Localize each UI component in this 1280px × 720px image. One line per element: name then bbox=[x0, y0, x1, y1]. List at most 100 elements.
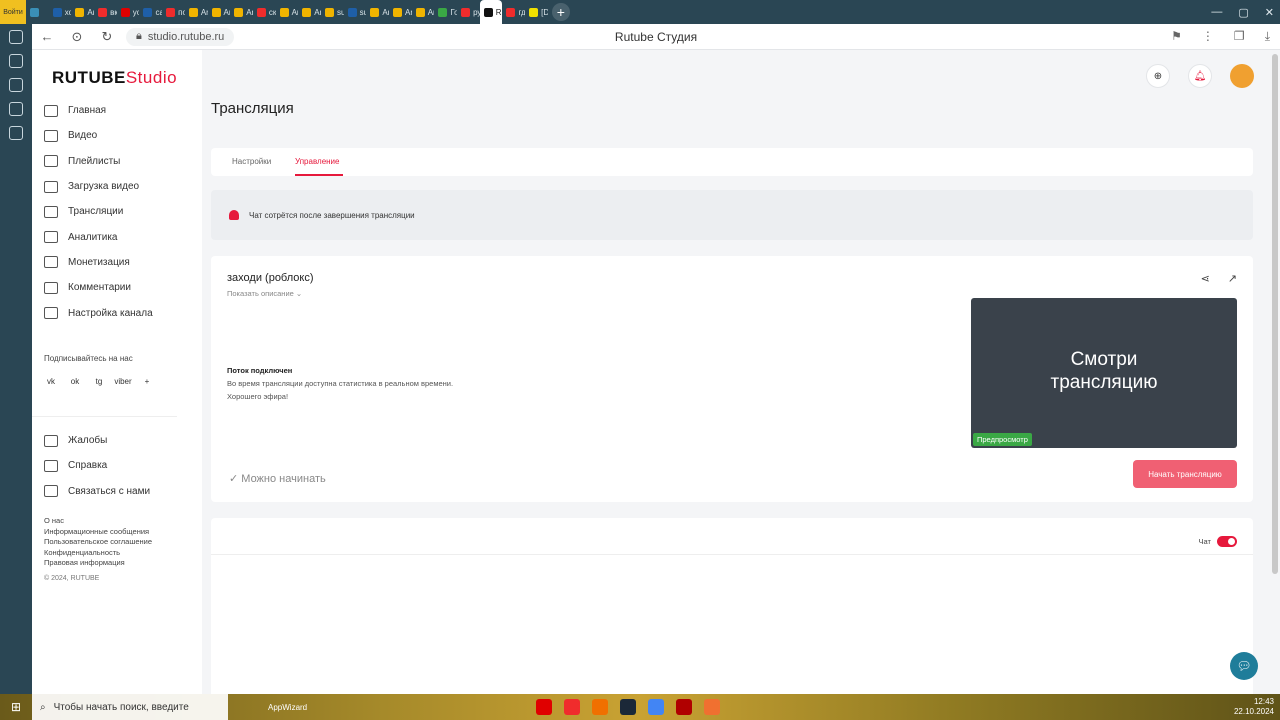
upload-icon[interactable]: ⊕ bbox=[1146, 64, 1170, 88]
upload-icon bbox=[44, 180, 58, 193]
sidebar-item[interactable]: Видео bbox=[44, 123, 153, 148]
play-icon[interactable] bbox=[9, 78, 23, 92]
browser-tab[interactable]: ска bbox=[253, 0, 276, 24]
browser-tab[interactable]: sup bbox=[344, 0, 366, 24]
sidebar-item-label: Плейлисты bbox=[68, 155, 121, 167]
browser-tab[interactable]: сап bbox=[139, 0, 162, 24]
social-viber-icon[interactable]: viber bbox=[114, 374, 131, 388]
back-icon[interactable]: ← bbox=[32, 29, 62, 44]
avatar[interactable] bbox=[1230, 64, 1254, 88]
forward-icon[interactable]: ⊙ bbox=[62, 29, 92, 45]
footer-link[interactable]: Пользовательское соглашение bbox=[44, 537, 152, 548]
browser-tab[interactable] bbox=[26, 0, 49, 24]
browser-tab[interactable]: Are bbox=[185, 0, 208, 24]
more-icon[interactable]: ⋮ bbox=[1202, 29, 1214, 44]
sidebar-item[interactable]: Настройка канала bbox=[44, 300, 153, 325]
sidebar-item[interactable]: Плейлисты bbox=[44, 149, 153, 174]
social-ok-icon[interactable]: ok bbox=[68, 374, 82, 388]
origin-icon[interactable] bbox=[592, 699, 608, 715]
browser-tab[interactable]: Are bbox=[208, 0, 230, 24]
browser-tab[interactable]: где bbox=[502, 0, 525, 24]
maximize-icon[interactable]: ▢ bbox=[1238, 6, 1248, 19]
tab-favicon-icon bbox=[98, 7, 108, 17]
sidebar-item[interactable]: Загрузка видео bbox=[44, 174, 153, 199]
system-tray-clock[interactable]: 12:43 22.10.2024 bbox=[1234, 694, 1274, 720]
sidebar-item[interactable]: Жалобы bbox=[44, 428, 150, 453]
steam-icon[interactable] bbox=[620, 699, 636, 715]
browser-tab[interactable]: you bbox=[117, 0, 139, 24]
browser-tabbar: Войти хос Are вкл you сап пох Are Are Are ска Are A… bbox=[0, 0, 1280, 24]
tab-label: Are bbox=[382, 7, 389, 17]
stream-status-title: Поток подключен bbox=[227, 366, 293, 375]
download-icon[interactable]: ⤓ bbox=[1265, 29, 1270, 44]
social-+-icon[interactable]: + bbox=[140, 374, 154, 388]
netflix-icon[interactable] bbox=[676, 699, 692, 715]
sidebar-item[interactable]: Главная bbox=[44, 98, 153, 123]
sidebar-item[interactable]: Аналитика bbox=[44, 224, 153, 249]
social-vk-icon[interactable]: vk bbox=[44, 374, 58, 388]
scrollbar[interactable] bbox=[1272, 54, 1278, 574]
new-tab-button[interactable]: + bbox=[551, 3, 570, 21]
bookmark-icon[interactable]: ⚑ bbox=[1171, 29, 1182, 44]
browser-tab[interactable]: Are bbox=[366, 0, 389, 24]
tab-favicon-icon bbox=[52, 7, 62, 17]
copy-icon[interactable] bbox=[9, 126, 23, 140]
browser-tab[interactable]: руг bbox=[457, 0, 480, 24]
sidebar-item[interactable]: Справка bbox=[44, 453, 150, 478]
sidebar-item-label: Аналитика bbox=[68, 231, 118, 243]
chat-toggle[interactable] bbox=[1217, 536, 1237, 547]
opera-icon[interactable] bbox=[536, 699, 552, 715]
minimize-icon[interactable]: — bbox=[1211, 6, 1222, 18]
notifications-icon[interactable]: 🔔︎ bbox=[1188, 64, 1212, 88]
show-description-link[interactable]: Показать описание ⌄ bbox=[227, 289, 302, 298]
browser-tab[interactable]: Are bbox=[276, 0, 298, 24]
start-stream-button[interactable]: Начать трансляцию bbox=[1133, 460, 1237, 488]
browser-tab[interactable]: Are bbox=[298, 0, 321, 24]
preview-text-line: трансляцию bbox=[1050, 372, 1158, 393]
external-link-icon[interactable]: ↗ bbox=[1228, 272, 1237, 285]
collections-icon[interactable]: ❐ bbox=[1234, 29, 1245, 44]
stream-preview[interactable]: Смотри трансляцию Предпросмотр bbox=[971, 298, 1237, 448]
browser-tab[interactable]: пох bbox=[162, 0, 185, 24]
browser-tab[interactable]: Гог bbox=[434, 0, 457, 24]
sidebar-item[interactable]: Комментарии bbox=[44, 275, 153, 300]
browser-tab[interactable]: [Dc bbox=[525, 0, 548, 24]
browser-tab[interactable]: вкл bbox=[94, 0, 117, 24]
chrome-icon[interactable] bbox=[648, 699, 664, 715]
tab-settings[interactable]: Настройки bbox=[232, 157, 271, 166]
footer-link[interactable]: Конфиденциальность bbox=[44, 548, 152, 559]
taskbar-app[interactable]: AppWizard bbox=[268, 703, 307, 712]
browser-menu-button[interactable]: Войти bbox=[0, 0, 26, 24]
collections-icon[interactable] bbox=[9, 54, 23, 68]
footer-link[interactable]: Информационные сообщения bbox=[44, 527, 152, 538]
rutube-studio-logo[interactable]: RUTUBEStudio bbox=[52, 68, 177, 88]
sidebar-item[interactable]: Трансляции bbox=[44, 199, 153, 224]
yandex-icon[interactable] bbox=[564, 699, 580, 715]
sidebar-item[interactable]: Связаться с нами bbox=[44, 479, 150, 504]
tab-label: sup bbox=[336, 7, 344, 17]
browser-tab[interactable]: хос bbox=[49, 0, 71, 24]
support-chat-button[interactable]: 💬︎ bbox=[1230, 652, 1258, 680]
close-icon[interactable]: ✕ bbox=[1265, 6, 1274, 19]
browser-tab[interactable]: R bbox=[479, 0, 503, 24]
social-tg-icon[interactable]: tg bbox=[92, 374, 106, 388]
browser-tab[interactable]: Are bbox=[230, 0, 253, 24]
browser-tab[interactable]: Are bbox=[412, 0, 434, 24]
firefox-icon[interactable] bbox=[704, 699, 720, 715]
taskbar-search[interactable]: ⌕ Чтобы начать поиск, введите bbox=[32, 694, 228, 720]
footer-link[interactable]: Правовая информация bbox=[44, 558, 152, 569]
url-field[interactable]: 🔒︎ studio.rutube.ru bbox=[126, 27, 235, 46]
tab-favicon-icon bbox=[279, 7, 289, 17]
browser-tab[interactable]: Are bbox=[71, 0, 94, 24]
history-icon[interactable] bbox=[9, 30, 23, 44]
footer-link[interactable]: О нас bbox=[44, 516, 152, 527]
share-icon[interactable]: ⋖ bbox=[1201, 272, 1210, 285]
stream-card: заходи (роблокс) Показать описание ⌄ ⋖ ↗… bbox=[211, 256, 1253, 502]
sidebar-item[interactable]: Монетизация bbox=[44, 250, 153, 275]
reload-icon[interactable]: ↻ bbox=[92, 29, 122, 45]
windows-start-button[interactable]: ⊞ bbox=[0, 694, 32, 720]
calendar-icon[interactable] bbox=[9, 102, 23, 116]
tab-management[interactable]: Управление bbox=[295, 157, 339, 166]
browser-tab[interactable]: Are bbox=[389, 0, 412, 24]
browser-tab[interactable]: sup bbox=[321, 0, 344, 24]
